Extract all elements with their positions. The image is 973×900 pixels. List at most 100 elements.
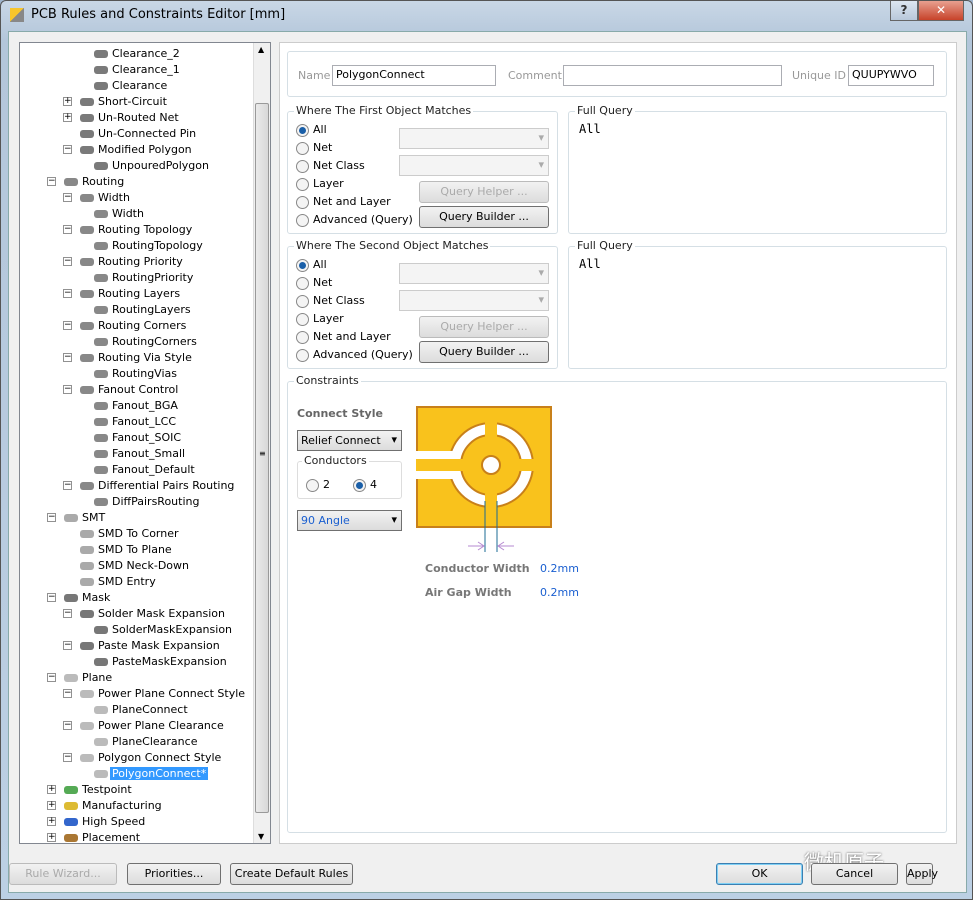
collapse-icon[interactable]: −: [63, 753, 72, 762]
tree-item[interactable]: Fanout Control: [80, 382, 180, 398]
collapse-icon[interactable]: −: [63, 145, 72, 154]
tree-item[interactable]: UnpouredPolygon: [94, 158, 211, 174]
tree-item[interactable]: DiffPairsRouting: [94, 494, 201, 510]
tree-item[interactable]: Manufacturing: [64, 798, 164, 814]
tree-item[interactable]: Routing Layers: [80, 286, 182, 302]
scope-radio[interactable]: All: [296, 257, 327, 273]
tree-item[interactable]: Differential Pairs Routing: [80, 478, 236, 494]
tree-item[interactable]: Un-Routed Net: [80, 110, 181, 126]
tree-item[interactable]: PlaneConnect: [94, 702, 190, 718]
scroll-thumb[interactable]: ≡: [255, 103, 269, 813]
tree-item[interactable]: Width: [80, 190, 132, 206]
scope-radio[interactable]: Net and Layer: [296, 194, 391, 210]
tree-item[interactable]: SMT: [64, 510, 107, 526]
collapse-icon[interactable]: −: [63, 689, 72, 698]
net-class-select[interactable]: [399, 155, 549, 176]
scope-radio[interactable]: Advanced (Query): [296, 347, 413, 363]
tree-item[interactable]: PlaneClearance: [94, 734, 199, 750]
comment-input[interactable]: [563, 65, 782, 86]
expand-icon[interactable]: +: [63, 113, 72, 122]
tree-item[interactable]: Paste Mask Expansion: [80, 638, 222, 654]
collapse-icon[interactable]: −: [63, 609, 72, 618]
tree-item[interactable]: PolygonConnect*: [94, 766, 209, 782]
tree-item[interactable]: Polygon Connect Style: [80, 750, 223, 766]
help-button[interactable]: ?: [890, 1, 918, 21]
tree-item[interactable]: Modified Polygon: [80, 142, 194, 158]
close-button[interactable]: ✕: [918, 1, 964, 21]
tree-item[interactable]: Width: [94, 206, 146, 222]
scope-radio[interactable]: Net Class: [296, 293, 365, 309]
unique-id-input[interactable]: QUUPYWVO: [848, 65, 934, 86]
collapse-icon[interactable]: −: [63, 193, 72, 202]
collapse-icon[interactable]: −: [63, 289, 72, 298]
tree-item[interactable]: Mask: [64, 590, 112, 606]
scroll-up-icon[interactable]: ▲: [258, 45, 264, 54]
scope-radio[interactable]: Advanced (Query): [296, 212, 413, 228]
conductors-4-radio[interactable]: 4: [353, 477, 377, 493]
scope-radio[interactable]: Layer: [296, 311, 344, 327]
tree-item[interactable]: High Speed: [64, 814, 147, 830]
create-default-rules-button[interactable]: Create Default Rules: [230, 863, 353, 885]
scroll-down-icon[interactable]: ▼: [258, 832, 264, 841]
tree-item[interactable]: SMD Neck-Down: [80, 558, 191, 574]
conductors-2-radio[interactable]: 2: [306, 477, 330, 493]
tree-item[interactable]: Routing Priority: [80, 254, 185, 270]
net-select[interactable]: [399, 128, 549, 149]
query-helper-button[interactable]: Query Helper ...: [419, 316, 549, 338]
tree-item[interactable]: Routing Corners: [80, 318, 188, 334]
query-helper-button[interactable]: Query Helper ...: [419, 181, 549, 203]
tree-item[interactable]: RoutingCorners: [94, 334, 199, 350]
tree-item[interactable]: Clearance_1: [94, 62, 182, 78]
collapse-icon[interactable]: −: [63, 641, 72, 650]
priorities-button[interactable]: Priorities...: [127, 863, 221, 885]
collapse-icon[interactable]: −: [63, 225, 72, 234]
collapse-icon[interactable]: −: [47, 593, 56, 602]
net-select[interactable]: [399, 263, 549, 284]
tree-item[interactable]: Un-Connected Pin: [80, 126, 198, 142]
tree-item[interactable]: RoutingVias: [94, 366, 179, 382]
scope-radio[interactable]: Net: [296, 140, 332, 156]
collapse-icon[interactable]: −: [63, 481, 72, 490]
tree-item[interactable]: Testpoint: [64, 782, 134, 798]
collapse-icon[interactable]: −: [63, 385, 72, 394]
expand-icon[interactable]: +: [47, 785, 56, 794]
tree-item[interactable]: Short-Circuit: [80, 94, 169, 110]
collapse-icon[interactable]: −: [47, 513, 56, 522]
tree-item[interactable]: Power Plane Clearance: [80, 718, 226, 734]
tree-item[interactable]: SolderMaskExpansion: [94, 622, 234, 638]
air-gap-value[interactable]: 0.2mm: [540, 586, 579, 599]
tree-item[interactable]: Routing Topology: [80, 222, 194, 238]
tree-item[interactable]: Routing Via Style: [80, 350, 194, 366]
tree-item[interactable]: RoutingLayers: [94, 302, 193, 318]
scope-radio[interactable]: Net Class: [296, 158, 365, 174]
cancel-button[interactable]: Cancel: [811, 863, 898, 885]
tree-item[interactable]: SMD Entry: [80, 574, 158, 590]
tree-item[interactable]: Power Plane Connect Style: [80, 686, 247, 702]
tree-item[interactable]: Fanout_SOIC: [94, 430, 183, 446]
scope-radio[interactable]: Layer: [296, 176, 344, 192]
query-builder-button[interactable]: Query Builder ...: [419, 341, 549, 363]
tree-item[interactable]: Fanout_LCC: [94, 414, 178, 430]
tree-item[interactable]: Clearance: [94, 78, 169, 94]
tree-item[interactable]: Placement: [64, 830, 142, 843]
tree-item[interactable]: Fanout_BGA: [94, 398, 180, 414]
tree-item[interactable]: Solder Mask Expansion: [80, 606, 227, 622]
expand-icon[interactable]: +: [47, 833, 56, 842]
tree-item[interactable]: SMD To Plane: [80, 542, 174, 558]
rule-wizard-button[interactable]: Rule Wizard...: [9, 863, 117, 885]
full-query-text[interactable]: All: [579, 122, 601, 136]
collapse-icon[interactable]: −: [47, 673, 56, 682]
expand-icon[interactable]: +: [63, 97, 72, 106]
net-class-select[interactable]: [399, 290, 549, 311]
expand-icon[interactable]: +: [47, 817, 56, 826]
tree-item[interactable]: RoutingTopology: [94, 238, 205, 254]
tree-item[interactable]: SMD To Corner: [80, 526, 181, 542]
tree-item[interactable]: Fanout_Small: [94, 446, 187, 462]
collapse-icon[interactable]: −: [63, 321, 72, 330]
tree-item[interactable]: Fanout_Default: [94, 462, 197, 478]
scope-radio[interactable]: Net: [296, 275, 332, 291]
ok-button[interactable]: OK: [716, 863, 803, 885]
tree-item[interactable]: Clearance_2: [94, 46, 182, 62]
collapse-icon[interactable]: −: [63, 353, 72, 362]
collapse-icon[interactable]: −: [47, 177, 56, 186]
